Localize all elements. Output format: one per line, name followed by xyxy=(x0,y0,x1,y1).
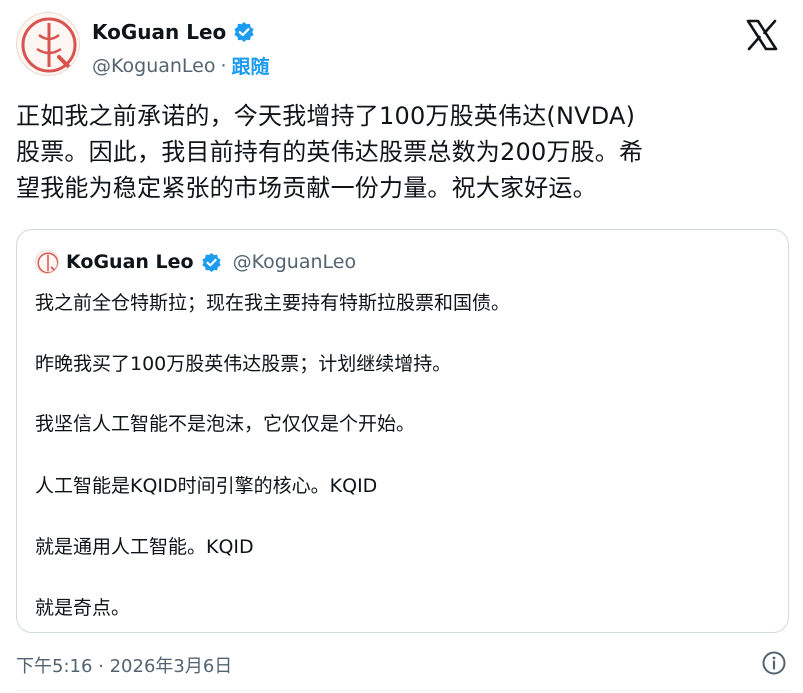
follow-button[interactable]: 跟随 xyxy=(232,52,270,79)
author-display-name[interactable]: KoGuan Leo xyxy=(92,20,226,44)
quoted-text-line: 就是通用人工智能。KQID xyxy=(35,536,254,558)
verified-badge-icon[interactable] xyxy=(233,21,255,43)
tweet-text-line: 股票。因此，我目前持有的英伟达股票总数为200万股。希 xyxy=(16,138,644,166)
handle-separator: · xyxy=(220,54,227,77)
info-icon[interactable] xyxy=(761,650,787,676)
quoted-text-line: 人工智能是KQID时间引擎的核心。KQID xyxy=(35,475,378,497)
tweet-text-line: 望我能为稳定紧张的市场贡献一份力量。祝大家好运。 xyxy=(16,174,597,202)
verified-badge-icon xyxy=(201,252,222,273)
tweet-text-line: 正如我之前承诺的，今天我增持了100万股英伟达(NVDA) xyxy=(16,102,636,130)
quoted-author-avatar xyxy=(35,250,59,274)
tweet-timestamp[interactable]: 下午5:16 · 2026年3月6日 xyxy=(16,652,232,678)
quoted-text-line: 昨晚我买了100万股英伟达股票；计划继续增持。 xyxy=(35,353,452,375)
author-handle[interactable]: @KoguanLeo xyxy=(92,55,216,77)
quoted-author-handle: @KoguanLeo xyxy=(232,251,357,273)
quoted-text-line: 就是奇点。 xyxy=(35,597,131,619)
quoted-text-line: 我之前全仓特斯拉；现在我主要持有特斯拉股票和国债。 xyxy=(35,292,511,314)
quoted-text-line: 我坚信人工智能不是泡沫，它仅仅是个开始。 xyxy=(35,413,416,435)
x-logo-icon[interactable] xyxy=(745,18,779,52)
quoted-author-display-name: KoGuan Leo xyxy=(66,251,194,273)
avatar-emblem-icon xyxy=(37,252,58,273)
author-avatar[interactable] xyxy=(16,12,80,76)
tweet-footer: 下午5:16 · 2026年3月6日 xyxy=(16,650,791,678)
footer-divider xyxy=(16,690,791,691)
quoted-tweet-card[interactable]: KoGuan Leo @KoguanLeo 我之前全仓特斯拉；现在我主要持有特斯… xyxy=(16,229,789,633)
tweet-body: 正如我之前承诺的，今天我增持了100万股英伟达(NVDA) 股票。因此，我目前持… xyxy=(16,98,791,206)
tweet-header: KoGuan Leo @KoguanLeo · 跟随 xyxy=(16,12,791,82)
avatar-emblem-icon xyxy=(21,17,77,73)
